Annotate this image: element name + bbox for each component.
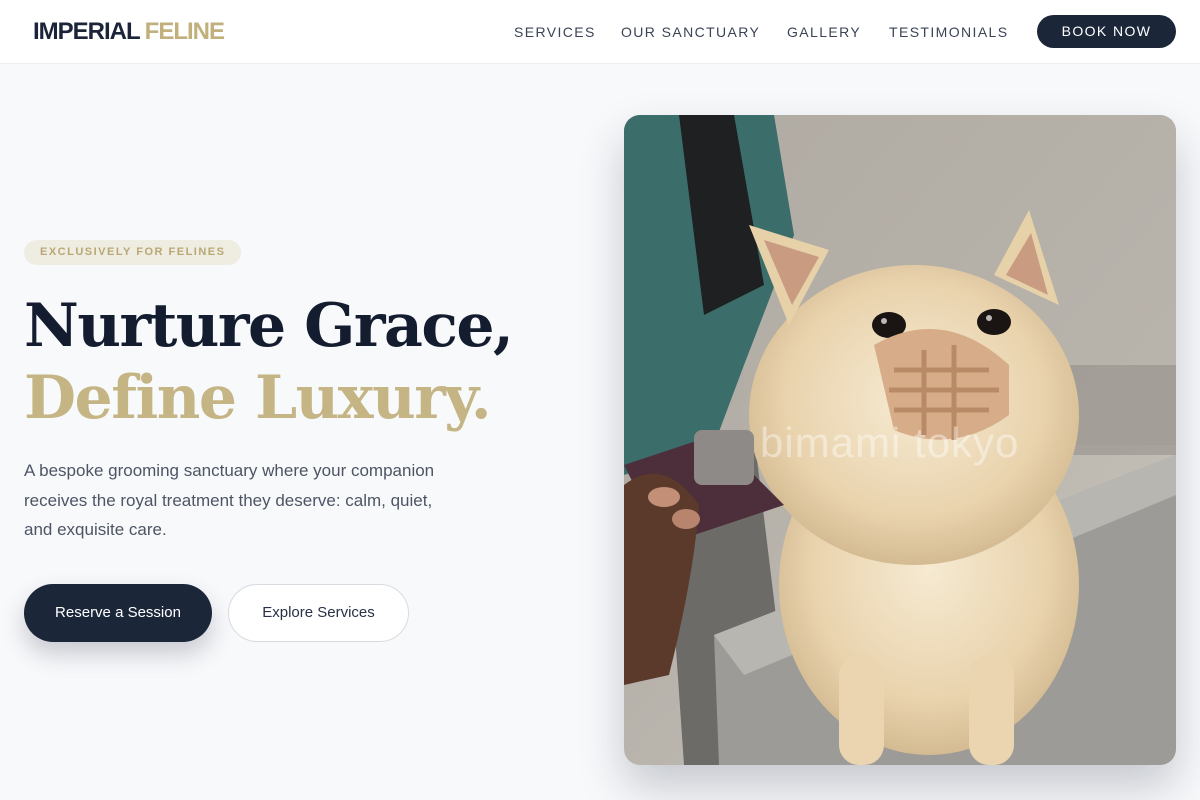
hero-title-line2: Define Luxury.: [24, 363, 492, 433]
hero-description: A bespoke grooming sanctuary where your …: [24, 461, 435, 539]
hero-image: bimami tokyo: [624, 115, 1176, 765]
explore-services-button[interactable]: Explore Services: [228, 584, 409, 642]
reserve-session-button[interactable]: Reserve a Session: [24, 584, 212, 642]
hero-title-line1: Nurture Grace,: [24, 291, 514, 361]
hero-badge: EXCLUSIVELY FOR FELINES: [24, 240, 242, 265]
logo[interactable]: IMPERIAL FELINE: [33, 17, 225, 47]
logo-text-accent: FELINE: [144, 18, 225, 45]
logo-text-primary: IMPERIAL: [33, 18, 141, 45]
site-header: IMPERIAL FELINE SERVICES OUR SANCTUARY GA…: [0, 0, 1200, 64]
nav-testimonials[interactable]: TESTIMONIALS: [889, 22, 1008, 42]
image-watermark: bimami tokyo: [760, 419, 1020, 466]
nav-gallery[interactable]: GALLERY: [787, 22, 861, 42]
nav-services[interactable]: SERVICES: [514, 22, 596, 42]
nav-our-sanctuary[interactable]: OUR SANCTUARY: [621, 22, 760, 42]
book-now-button[interactable]: BOOK NOW: [1037, 15, 1176, 48]
